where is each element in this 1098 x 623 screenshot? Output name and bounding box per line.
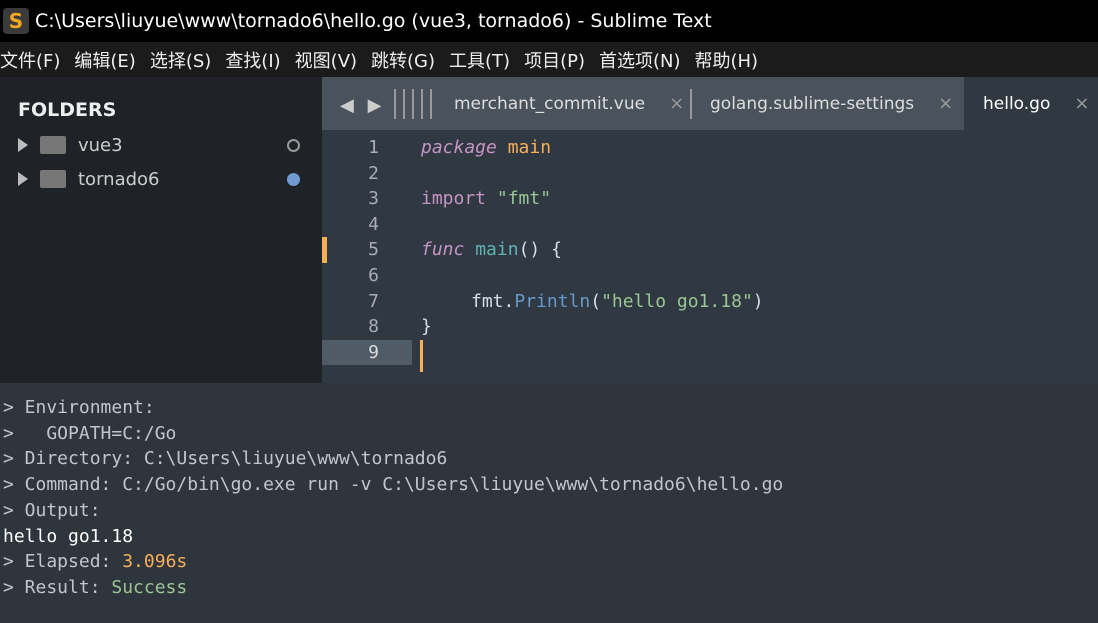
code-line: } — [421, 314, 432, 340]
tab-overflow-icon — [394, 89, 434, 119]
code-line: import "fmt" — [421, 186, 551, 212]
menu-find[interactable]: 查找(I) — [225, 47, 280, 73]
code-line: package main — [421, 135, 551, 161]
line-number: 4 — [368, 213, 379, 235]
folder-icon — [40, 170, 66, 188]
open-circle-icon — [287, 138, 300, 152]
line-number: 5 — [322, 237, 412, 263]
expand-arrow-icon[interactable] — [18, 172, 28, 186]
menu-bar: 文件(F) 编辑(E) 选择(S) 查找(I) 视图(V) 跳转(G) 工具(T… — [0, 42, 1098, 77]
title-bar: S C:\Users\liuyue\www\tornado6\hello.go … — [0, 0, 1098, 42]
menu-help[interactable]: 帮助(H) — [695, 47, 759, 73]
tab-merchant-commit[interactable]: merchant_commit.vue × — [454, 77, 684, 130]
keyword: package — [421, 137, 497, 158]
close-icon[interactable]: × — [1074, 93, 1089, 114]
elapsed-value: 3.096s — [122, 551, 188, 573]
line-number: 8 — [368, 316, 379, 338]
menu-tools[interactable]: 工具(T) — [449, 47, 510, 73]
menu-view[interactable]: 视图(V) — [295, 47, 357, 73]
expand-arrow-icon[interactable] — [18, 138, 28, 152]
string: "hello go1.18" — [601, 290, 753, 312]
sublime-logo-icon: S — [3, 8, 29, 34]
menu-file[interactable]: 文件(F) — [0, 47, 60, 73]
method: Println — [514, 290, 591, 312]
elapsed-line: > Elapsed: 3.096s — [3, 549, 187, 575]
line-number: 9 — [322, 339, 412, 366]
identifier: fmt. — [471, 290, 515, 312]
keyword: import — [421, 188, 487, 210]
punctuation: () { — [518, 239, 562, 261]
folder-tornado6[interactable]: tornado6 — [18, 166, 308, 192]
punctuation: ) — [752, 290, 764, 312]
build-output-panel[interactable]: > Environment: > GOPATH=C:/Go > Director… — [0, 383, 1098, 623]
tab-divider — [690, 89, 692, 119]
sidebar: FOLDERS vue3 tornado6 — [0, 77, 322, 383]
string: "fmt" — [496, 188, 552, 210]
folder-name: tornado6 — [78, 168, 160, 190]
line-number: 1 — [368, 137, 379, 158]
program-output: hello go1.18 — [3, 525, 134, 547]
tab-golang-settings[interactable]: golang.sublime-settings × — [710, 77, 953, 130]
package-name: main — [507, 137, 552, 158]
function-name: main — [475, 239, 519, 261]
output-line: > Command: C:/Go/bin\go.exe run -v C:\Us… — [3, 474, 784, 496]
elapsed-label: > Elapsed: — [3, 551, 123, 573]
tab-nav-arrows-icon[interactable]: ◀ ▶ — [340, 95, 385, 116]
line-number: 7 — [368, 290, 379, 312]
punctuation: ( — [590, 290, 602, 312]
folder-name: vue3 — [78, 134, 123, 156]
keyword: func — [421, 239, 465, 261]
menu-goto[interactable]: 跳转(G) — [371, 47, 435, 73]
text-cursor — [420, 340, 423, 372]
tab-label: hello.go — [983, 93, 1051, 114]
close-icon[interactable]: × — [669, 93, 684, 114]
line-number: 6 — [368, 265, 379, 286]
code-line: fmt.Println("hello go1.18") — [471, 289, 764, 315]
tab-bar: ◀ ▶ merchant_commit.vue × golang.sublime-… — [322, 77, 1098, 130]
menu-project[interactable]: 项目(P) — [524, 47, 585, 73]
result-value: Success — [111, 576, 188, 598]
code-line: func main() { — [421, 237, 562, 263]
output-line: > Output: — [3, 499, 101, 521]
tab-hello-go[interactable]: hello.go × — [964, 77, 1098, 130]
folder-vue3[interactable]: vue3 — [18, 132, 308, 158]
result-label: > Result: — [3, 576, 112, 598]
tab-label: golang.sublime-settings — [710, 93, 915, 114]
tab-label: merchant_commit.vue — [454, 93, 646, 114]
menu-selection[interactable]: 选择(S) — [150, 47, 211, 73]
close-icon[interactable]: × — [938, 93, 953, 114]
folder-icon — [40, 136, 66, 154]
output-line: > Directory: C:\Users\liuyue\www\tornado… — [3, 448, 448, 470]
menu-preferences[interactable]: 首选项(N) — [599, 47, 681, 73]
output-line: > Environment: — [3, 397, 155, 418]
punctuation: } — [421, 316, 432, 338]
result-line: > Result: Success — [3, 575, 187, 601]
output-line: > GOPATH=C:/Go — [3, 422, 177, 444]
menu-edit[interactable]: 编辑(E) — [74, 47, 135, 73]
line-number: 3 — [368, 188, 379, 210]
modified-dot-icon — [287, 172, 300, 186]
folders-heading: FOLDERS — [18, 99, 117, 121]
line-number: 2 — [368, 162, 379, 184]
window-title: C:\Users\liuyue\www\tornado6\hello.go (v… — [35, 10, 712, 32]
